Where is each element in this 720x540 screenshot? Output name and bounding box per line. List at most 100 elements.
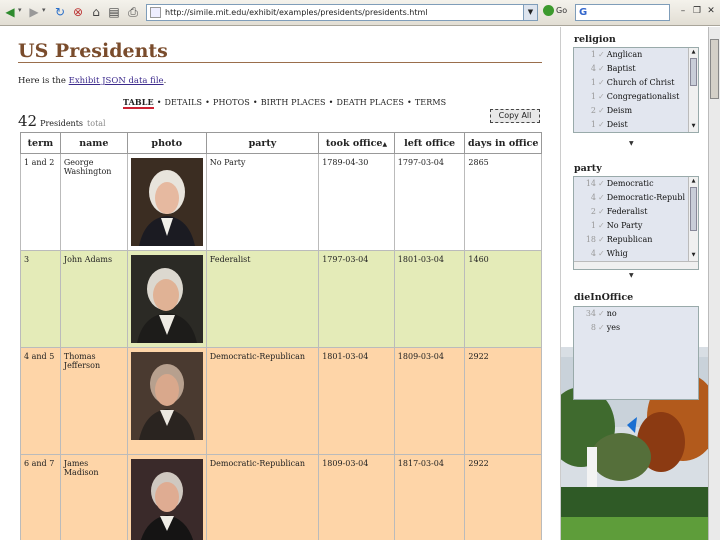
result-count: 42 Presidents total bbox=[18, 112, 106, 130]
cell-party: Democratic-Republican bbox=[205, 454, 320, 540]
facet-count: 2 bbox=[590, 106, 596, 115]
resize-grip-icon[interactable]: ▼ bbox=[629, 272, 634, 279]
column-header-name[interactable]: name bbox=[59, 132, 128, 154]
count-total: total bbox=[87, 119, 106, 128]
check-icon: ✓ bbox=[598, 50, 605, 59]
view-tab-terms[interactable]: TERMS bbox=[415, 98, 446, 107]
facet-label: Church of Christ bbox=[606, 78, 675, 87]
cell-took-office: 1797-03-04 bbox=[318, 250, 395, 348]
scroll-up-icon[interactable]: ▲ bbox=[690, 49, 697, 57]
restore-icon[interactable]: ❐ bbox=[692, 6, 702, 18]
cell-name[interactable]: George Washington bbox=[59, 153, 128, 251]
cell-name[interactable]: Thomas Jefferson bbox=[59, 347, 128, 455]
scroll-thumb[interactable] bbox=[690, 187, 697, 231]
google-logo-icon: G bbox=[579, 7, 588, 18]
address-dropdown-icon[interactable]: ▼ bbox=[523, 5, 537, 20]
facet-item[interactable]: 1 ✓ No Party bbox=[574, 219, 698, 233]
facet-list-party: 14 ✓ Democratic 4 ✓ Democratic-Republ 2 ✓ Fede… bbox=[573, 176, 699, 270]
scroll-up-icon[interactable]: ▲ bbox=[690, 178, 697, 186]
column-header-term[interactable]: term bbox=[20, 132, 61, 154]
facet-item[interactable]: 18 ✓ Republican bbox=[574, 233, 698, 247]
close-icon[interactable]: ✕ bbox=[706, 6, 716, 18]
address-url[interactable]: http://simile.mit.edu/exhibit/examples/p… bbox=[165, 8, 428, 17]
portrait-image[interactable] bbox=[130, 255, 203, 343]
page-scroll-thumb[interactable] bbox=[710, 39, 719, 99]
facet-horizontal-scrollbar[interactable] bbox=[574, 261, 698, 269]
scroll-down-icon[interactable]: ▼ bbox=[690, 252, 697, 260]
facet-item[interactable]: 1 ✓ Deist bbox=[574, 118, 698, 132]
copy-all-button[interactable]: Copy All bbox=[490, 109, 540, 123]
go-button[interactable]: Go bbox=[543, 5, 567, 16]
scroll-thumb[interactable] bbox=[690, 58, 697, 86]
back-dropdown-icon[interactable]: ▾ bbox=[18, 6, 22, 14]
facet-item[interactable]: 1 ✓ Congregationalist bbox=[574, 90, 698, 104]
column-header-took-office[interactable]: took office▲ bbox=[318, 132, 395, 154]
scroll-down-icon[interactable]: ▼ bbox=[690, 123, 697, 131]
facet-count: 1 bbox=[590, 120, 596, 129]
view-tab-photos[interactable]: PHOTOS bbox=[213, 98, 250, 107]
view-tab-table[interactable]: TABLE bbox=[123, 97, 154, 109]
facet-item[interactable]: 4 ✓ Democratic-Republ bbox=[574, 191, 698, 205]
view-tab-birth-places[interactable]: BIRTH PLACES bbox=[261, 98, 326, 107]
stop-icon[interactable]: ⊗ bbox=[70, 4, 86, 20]
forward-dropdown-icon[interactable]: ▾ bbox=[42, 6, 46, 14]
intro-text: Here is the Exhibit JSON data file. bbox=[18, 76, 166, 86]
facet-item[interactable]: 34 ✓ no bbox=[574, 307, 698, 321]
main-content: US Presidents Here is the Exhibit JSON d… bbox=[0, 27, 560, 540]
portrait-image[interactable] bbox=[130, 352, 203, 440]
check-icon: ✓ bbox=[598, 120, 605, 129]
facet-count: 8 bbox=[590, 323, 596, 332]
minimize-icon[interactable]: – bbox=[678, 6, 688, 18]
facet-label: Anglican bbox=[606, 50, 643, 59]
view-tab-death-places[interactable]: DEATH PLACES bbox=[336, 98, 404, 107]
cell-took-office: 1801-03-04 bbox=[318, 347, 395, 455]
facet-item[interactable]: 4 ✓ Whig bbox=[574, 247, 698, 261]
forward-arrow-icon[interactable]: ▶ bbox=[26, 4, 42, 20]
facet-item[interactable]: 14 ✓ Democratic bbox=[574, 177, 698, 191]
go-icon bbox=[543, 5, 554, 16]
facet-item[interactable]: 1 ✓ Church of Christ bbox=[574, 76, 698, 90]
count-number: 42 bbox=[18, 112, 38, 130]
column-header-photo[interactable]: photo bbox=[126, 132, 207, 154]
bookmark-icon[interactable]: ▤ bbox=[106, 4, 122, 20]
facet-label: no bbox=[606, 309, 617, 318]
go-label: Go bbox=[556, 6, 568, 15]
column-header-left-office[interactable]: left office bbox=[393, 132, 466, 154]
facet-item[interactable]: 2 ✓ Deism bbox=[574, 104, 698, 118]
view-tab-details[interactable]: DETAILS bbox=[165, 98, 203, 107]
portrait-image[interactable] bbox=[130, 158, 203, 246]
facet-item[interactable]: 8 ✓ yes bbox=[574, 321, 698, 335]
sort-ascending-icon: ▲ bbox=[382, 140, 388, 148]
facet-item[interactable]: 1 ✓ Anglican bbox=[574, 48, 698, 62]
column-header-party[interactable]: party bbox=[205, 132, 320, 154]
facet-item[interactable]: 4 ✓ Baptist bbox=[574, 62, 698, 76]
check-icon: ✓ bbox=[598, 323, 605, 332]
check-icon: ✓ bbox=[598, 221, 605, 230]
cell-photo bbox=[126, 347, 207, 455]
facet-scrollbar[interactable]: ▲ ▼ bbox=[688, 48, 698, 132]
cell-left-office: 1801-03-04 bbox=[393, 250, 466, 348]
page-scrollbar[interactable] bbox=[708, 27, 720, 540]
browser-toolbar: ◀ ▾ ▶ ▾ ↻ ⊗ ⌂ ▤ ⎙ http://simile.mit.edu/… bbox=[0, 0, 720, 26]
google-search-box[interactable]: G bbox=[575, 4, 670, 21]
cell-term: 4 and 5 bbox=[20, 347, 61, 455]
back-arrow-icon[interactable]: ◀ bbox=[2, 4, 18, 20]
resize-grip-icon[interactable]: ▼ bbox=[629, 140, 634, 147]
facet-scrollbar[interactable]: ▲ ▼ bbox=[688, 177, 698, 261]
facet-item[interactable]: 2 ✓ Federalist bbox=[574, 205, 698, 219]
cell-name[interactable]: James Madison bbox=[59, 454, 128, 540]
address-bar[interactable]: http://simile.mit.edu/exhibit/examples/p… bbox=[146, 4, 538, 21]
count-label: Presidents bbox=[40, 119, 84, 128]
facet-count: 14 bbox=[585, 179, 596, 188]
home-icon[interactable]: ⌂ bbox=[88, 4, 104, 20]
reload-icon[interactable]: ↻ bbox=[52, 4, 68, 20]
presidents-table: term name photo party took office▲ left … bbox=[20, 132, 542, 540]
cell-name[interactable]: John Adams bbox=[59, 250, 128, 348]
took-office-label: took office bbox=[325, 137, 383, 149]
json-data-link[interactable]: Exhibit JSON data file bbox=[69, 76, 164, 86]
column-header-days-in-office[interactable]: days in office bbox=[464, 132, 542, 154]
print-icon[interactable]: ⎙ bbox=[125, 4, 141, 20]
facet-count: 1 bbox=[590, 50, 596, 59]
portrait-image[interactable] bbox=[130, 459, 203, 540]
facet-count: 34 bbox=[585, 309, 596, 318]
